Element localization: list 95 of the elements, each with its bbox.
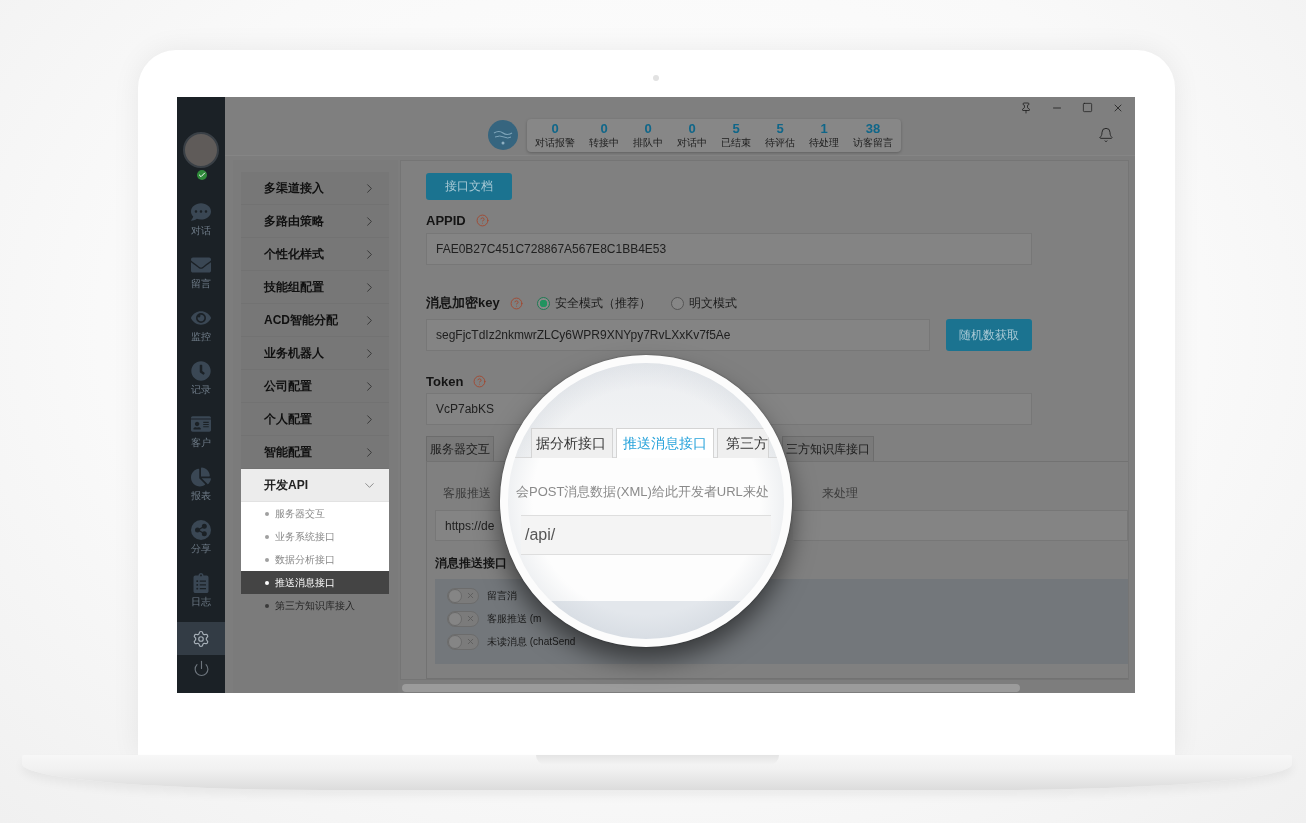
bullet-dot-icon — [265, 511, 269, 516]
submenu-item[interactable]: 服务器交互 — [241, 502, 389, 525]
menu-item[interactable]: 技能组配置 — [241, 271, 389, 304]
toggle-switch[interactable] — [447, 633, 479, 650]
random-key-button[interactable]: 随机数获取 — [946, 319, 1032, 351]
description-text: 会POST消息数据(XML)给此开发者URL来处 — [515, 484, 769, 500]
logo-icon — [488, 120, 518, 150]
menu-item[interactable]: 多路由策略 — [241, 205, 389, 238]
appid-field[interactable]: FAE0B27C451C728867A567E8C1BB4E53 — [426, 233, 1032, 265]
stat-label: 对话中 — [677, 136, 707, 149]
menu-item[interactable]: 智能配置 — [241, 436, 389, 469]
bullet-dot-icon — [265, 534, 269, 539]
stat-label: 排队中 — [633, 136, 663, 149]
envelope-icon — [191, 255, 211, 275]
switch-label: 客服推送 (m — [487, 612, 542, 625]
clipboard-icon — [191, 573, 211, 593]
nav-item[interactable]: 对话 — [177, 193, 225, 246]
stat-value: 5 — [732, 121, 740, 136]
nav-item[interactable]: 客户 — [177, 405, 225, 458]
tab[interactable]: 服务器交互 — [426, 436, 494, 461]
menu-item[interactable]: 公司配置 — [241, 370, 389, 403]
radio-option[interactable]: 明文模式 — [670, 294, 737, 312]
submenu-item[interactable]: 数据分析接口 — [241, 548, 389, 571]
submenu-item[interactable]: 业务系统接口 — [241, 525, 389, 548]
tab[interactable]: 第三方 — [717, 428, 769, 458]
url-field[interactable] — [793, 510, 1128, 541]
stat-value: 0 — [644, 121, 652, 136]
pin-icon[interactable] — [1020, 101, 1032, 114]
url-field[interactable]: /api/ — [521, 515, 771, 555]
chat-bubble-icon — [191, 202, 211, 222]
avatar-placeholder — [183, 132, 219, 168]
key-label: 消息加密key — [426, 294, 500, 312]
nav-item[interactable]: 记录 — [177, 352, 225, 405]
switch-label: 留言消 — [487, 589, 517, 602]
token-label: Token — [426, 373, 464, 389]
stat-value: 5 — [776, 121, 784, 136]
menu-item[interactable]: 业务机器人 — [241, 337, 389, 370]
radio-option[interactable]: 安全模式（推荐） — [536, 294, 651, 312]
bullet-dot-icon — [265, 557, 269, 562]
switch-label: 未读消息 (chatSend — [487, 635, 576, 648]
maximize-icon[interactable] — [1082, 102, 1093, 113]
tab[interactable]: 三方知识库接口 — [782, 436, 874, 461]
docs-button[interactable]: 接口文档 — [426, 173, 512, 200]
submenu-item[interactable]: 第三方知识库接入 — [241, 594, 389, 617]
camera-icon — [653, 75, 659, 81]
settings-button[interactable] — [177, 622, 225, 655]
stat-label: 待评估 — [765, 136, 795, 149]
menu-item[interactable]: 开发API — [241, 469, 389, 502]
description-text: 来处理 — [822, 487, 858, 500]
stat-value: 0 — [688, 121, 696, 136]
stat-value: 1 — [820, 121, 828, 136]
cross-icon — [466, 614, 475, 623]
stat-label: 访客留言 — [853, 136, 893, 149]
help-icon[interactable] — [475, 213, 489, 227]
stat-label: 对话报警 — [535, 136, 575, 149]
stat-value: 38 — [865, 121, 881, 136]
toggle-switch[interactable] — [447, 610, 479, 627]
stat-label: 待处理 — [809, 136, 839, 149]
settings-icon — [192, 629, 210, 648]
url-field[interactable]: https://de — [435, 510, 500, 541]
menu-item[interactable]: 个人配置 — [241, 403, 389, 436]
tab[interactable]: 据分析接口 — [531, 428, 613, 458]
id-card-icon — [191, 414, 211, 434]
nav-item[interactable]: 分享 — [177, 511, 225, 564]
stat-label: 已结束 — [721, 136, 751, 149]
tab[interactable]: 推送消息接口 — [616, 428, 714, 458]
bell-icon[interactable] — [1098, 127, 1114, 143]
menu-item[interactable]: 多渠道接入 — [241, 172, 389, 205]
bullet-dot-icon — [265, 580, 269, 585]
nav-item[interactable]: 日志 — [177, 564, 225, 617]
eye-icon — [191, 308, 211, 328]
pie-chart-icon — [191, 467, 211, 487]
appid-label: APPID — [426, 212, 466, 228]
stat-value: 0 — [600, 121, 608, 136]
nav-item[interactable]: 报表 — [177, 458, 225, 511]
section-label: 消息推送接口 — [435, 557, 508, 570]
menu-item[interactable]: 个性化样式 — [241, 238, 389, 271]
scrollbar-thumb[interactable] — [402, 684, 1020, 692]
cross-icon — [466, 637, 475, 646]
toggle-switch[interactable] — [447, 587, 479, 604]
stat-value: 0 — [551, 121, 559, 136]
power-icon[interactable] — [192, 660, 210, 677]
cross-icon — [466, 591, 475, 600]
help-icon[interactable] — [473, 374, 487, 388]
description-text: 客服推送 — [443, 487, 491, 500]
nav-item[interactable]: 监控 — [177, 299, 225, 352]
stat-label: 转接中 — [589, 136, 619, 149]
key-field[interactable]: segFjcTdIz2nkmwrZLCy6WPR9XNYpy7RvLXxKv7f5Ae — [426, 319, 930, 351]
help-icon[interactable] — [509, 296, 523, 310]
bullet-dot-icon — [265, 603, 269, 608]
submenu-item[interactable]: 推送消息接口 — [241, 571, 389, 594]
share-icon — [191, 520, 211, 540]
nav-item[interactable]: 留言 — [177, 246, 225, 299]
menu-item[interactable]: ACD智能分配 — [241, 304, 389, 337]
clock-icon — [191, 361, 211, 381]
